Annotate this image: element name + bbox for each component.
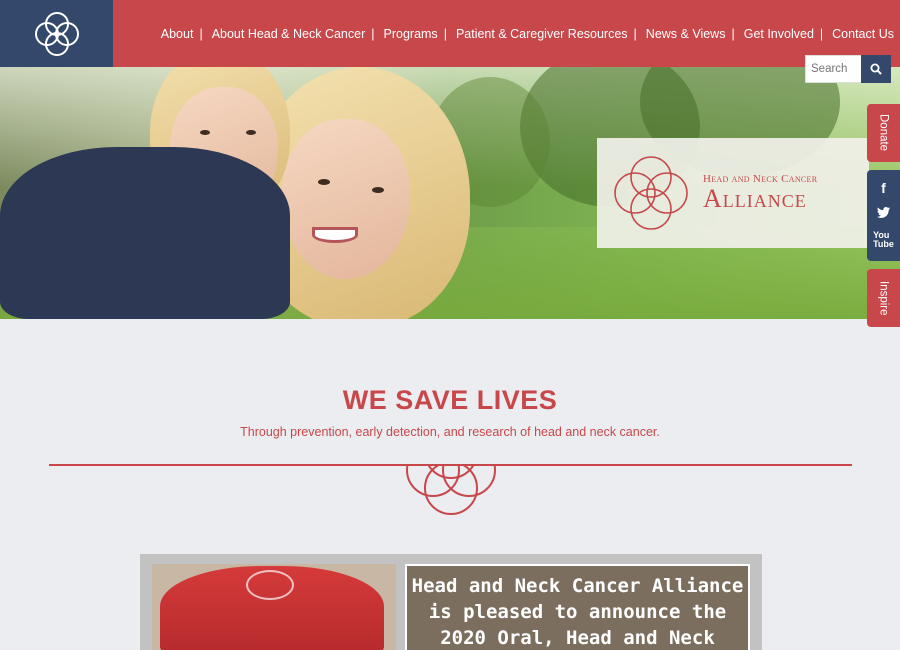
nav-contact-us[interactable]: Contact Us (832, 27, 894, 41)
donate-tab[interactable]: Donate (867, 104, 900, 162)
feature-photo (152, 564, 396, 650)
nav-separator: | (443, 26, 447, 41)
hero-photo-eye (372, 187, 384, 193)
brand-wordmark: Head and Neck Cancer Alliance (703, 173, 817, 214)
nav-about[interactable]: About (161, 27, 194, 41)
feature-photo-red-cap (160, 566, 384, 650)
hero-photo-child-shirt (0, 147, 290, 319)
page-headline: WE SAVE LIVES (342, 385, 558, 415)
site-header: About | About Head & Neck Cancer | Progr… (0, 0, 900, 67)
hero-banner: Head and Neck Cancer Alliance (0, 67, 900, 319)
hero-photo-eye (246, 130, 256, 135)
facebook-icon[interactable]: f (881, 181, 886, 195)
social-links: f You Tube (867, 170, 900, 261)
nav-programs[interactable]: Programs (384, 27, 438, 41)
nav-separator: | (633, 26, 637, 41)
feature-line: Head and Neck Cancer Alliance (411, 575, 744, 597)
hero-photo-eye (318, 179, 330, 185)
inspire-tab-label: Inspire (877, 280, 890, 316)
red-wings-logo-icon (246, 570, 294, 600)
nav-separator: | (731, 26, 735, 41)
nav-get-involved[interactable]: Get Involved (744, 27, 814, 41)
youtube-icon[interactable]: You Tube (872, 230, 895, 250)
feature-line: 2020 Oral, Head and Neck (440, 627, 715, 649)
nav-separator: | (819, 26, 824, 41)
search-input[interactable] (805, 55, 861, 83)
nav-patient-caregiver-resources[interactable]: Patient & Caregiver Resources (456, 27, 628, 41)
feature-line: is pleased to announce the (428, 601, 727, 623)
feature-announcement[interactable]: Head and Neck Cancer Alliance is pleased… (140, 554, 762, 650)
page-subheadline: Through prevention, early detection, and… (240, 425, 660, 439)
logo-emblem-icon (34, 11, 79, 56)
main-nav: About | About Head & Neck Cancer | Progr… (161, 0, 894, 67)
hero-photo-smile (312, 227, 358, 243)
brand-title: Alliance (703, 183, 807, 213)
inspire-tab[interactable]: Inspire (867, 269, 900, 327)
feature-announcement-text: Head and Neck Cancer Alliance is pleased… (405, 564, 750, 650)
nav-separator: | (371, 26, 375, 41)
search-bar (805, 55, 891, 83)
nav-about-head-neck-cancer[interactable]: About Head & Neck Cancer (212, 27, 366, 41)
donate-tab-label: Donate (877, 114, 890, 152)
twitter-icon[interactable] (877, 207, 890, 218)
nav-news-views[interactable]: News & Views (646, 27, 726, 41)
search-button[interactable] (861, 55, 891, 83)
brand-subtitle: Head and Neck Cancer (703, 172, 818, 185)
nav-separator: | (199, 26, 203, 41)
hero-brand-card: Head and Neck Cancer Alliance (597, 138, 869, 248)
logo-link[interactable] (0, 0, 113, 67)
brand-emblem-icon (614, 156, 688, 230)
hero-photo-mother-face (282, 119, 410, 279)
divider-emblem-icon (398, 440, 504, 515)
hero-photo-eye (200, 130, 210, 135)
search-icon (870, 63, 882, 75)
